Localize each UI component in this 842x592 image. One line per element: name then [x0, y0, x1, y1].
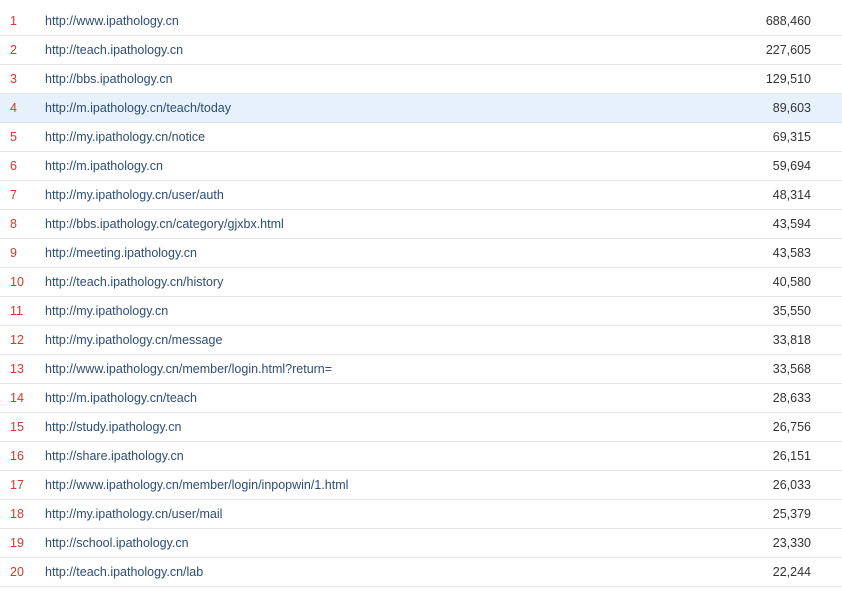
url-ranking-table: 1 http://www.ipathology.cn 688,460 2 htt…: [0, 0, 842, 587]
table-row: 10 http://teach.ipathology.cn/history 40…: [0, 268, 842, 297]
table-row: 14 http://m.ipathology.cn/teach 28,633: [0, 384, 842, 413]
visit-count: 227,605: [765, 43, 811, 57]
rank-number: 5: [10, 130, 17, 144]
table-row: 9 http://meeting.ipathology.cn 43,583: [0, 239, 842, 268]
rank-number: 17: [10, 478, 24, 492]
url-link[interactable]: http://my.ipathology.cn/notice: [45, 123, 205, 151]
rank-number: 9: [10, 246, 17, 260]
rank-number: 6: [10, 159, 17, 173]
table-row: 2 http://teach.ipathology.cn 227,605: [0, 36, 842, 65]
table-row: 19 http://school.ipathology.cn 23,330: [0, 529, 842, 558]
rank-number: 13: [10, 362, 24, 376]
visit-count: 43,583: [772, 246, 811, 260]
visit-count: 25,379: [772, 507, 811, 521]
visit-count: 33,568: [772, 362, 811, 376]
visit-count: 69,315: [772, 130, 811, 144]
table-row: 11 http://my.ipathology.cn 35,550: [0, 297, 842, 326]
rank-number: 15: [10, 420, 24, 434]
table-row: 16 http://share.ipathology.cn 26,151: [0, 442, 842, 471]
visit-count: 26,151: [772, 449, 811, 463]
rank-number: 1: [10, 14, 17, 28]
url-link[interactable]: http://bbs.ipathology.cn/category/gjxbx.…: [45, 210, 284, 238]
visit-count: 33,818: [772, 333, 811, 347]
visit-count: 22,244: [772, 565, 811, 579]
url-link[interactable]: http://www.ipathology.cn: [45, 7, 179, 35]
rank-number: 10: [10, 275, 24, 289]
url-link[interactable]: http://my.ipathology.cn/message: [45, 326, 222, 354]
rank-number: 3: [10, 72, 17, 86]
rank-number: 11: [10, 304, 23, 318]
table-row: 7 http://my.ipathology.cn/user/auth 48,3…: [0, 181, 842, 210]
visit-count: 23,330: [772, 536, 811, 550]
url-link[interactable]: http://study.ipathology.cn: [45, 413, 181, 441]
visit-count: 89,603: [772, 101, 811, 115]
rank-number: 18: [10, 507, 24, 521]
visit-count: 26,756: [772, 420, 811, 434]
table-row: 12 http://my.ipathology.cn/message 33,81…: [0, 326, 842, 355]
table-row: 3 http://bbs.ipathology.cn 129,510: [0, 65, 842, 94]
visit-count: 43,594: [772, 217, 811, 231]
visit-count: 48,314: [772, 188, 811, 202]
rank-number: 20: [10, 565, 24, 579]
rank-number: 2: [10, 43, 17, 57]
visit-count: 26,033: [772, 478, 811, 492]
rank-number: 4: [10, 101, 17, 115]
table-row: 15 http://study.ipathology.cn 26,756: [0, 413, 842, 442]
table-top-spacer: [0, 0, 842, 7]
table-row: 4 http://m.ipathology.cn/teach/today 89,…: [0, 94, 842, 123]
visit-count: 688,460: [765, 14, 811, 28]
url-link[interactable]: http://my.ipathology.cn: [45, 297, 168, 325]
table-row: 1 http://www.ipathology.cn 688,460: [0, 7, 842, 36]
url-link[interactable]: http://www.ipathology.cn/member/login.ht…: [45, 355, 332, 383]
url-link[interactable]: http://m.ipathology.cn/teach/today: [45, 94, 231, 122]
url-link[interactable]: http://teach.ipathology.cn/history: [45, 268, 223, 296]
url-link[interactable]: http://teach.ipathology.cn: [45, 36, 183, 64]
rank-number: 7: [10, 188, 17, 202]
visit-count: 35,550: [772, 304, 811, 318]
url-link[interactable]: http://bbs.ipathology.cn: [45, 65, 173, 93]
url-link[interactable]: http://share.ipathology.cn: [45, 442, 184, 470]
visit-count: 129,510: [765, 72, 811, 86]
rank-number: 8: [10, 217, 17, 231]
rank-number: 16: [10, 449, 24, 463]
url-link[interactable]: http://m.ipathology.cn: [45, 152, 163, 180]
table-row: 13 http://www.ipathology.cn/member/login…: [0, 355, 842, 384]
table-row: 17 http://www.ipathology.cn/member/login…: [0, 471, 842, 500]
url-link[interactable]: http://school.ipathology.cn: [45, 529, 189, 557]
url-link[interactable]: http://www.ipathology.cn/member/login/in…: [45, 471, 348, 499]
visit-count: 28,633: [772, 391, 811, 405]
url-link[interactable]: http://my.ipathology.cn/user/mail: [45, 500, 222, 528]
table-row: 5 http://my.ipathology.cn/notice 69,315: [0, 123, 842, 152]
rank-number: 12: [10, 333, 24, 347]
table-row: 20 http://teach.ipathology.cn/lab 22,244: [0, 558, 842, 587]
url-link[interactable]: http://m.ipathology.cn/teach: [45, 384, 197, 412]
url-link[interactable]: http://my.ipathology.cn/user/auth: [45, 181, 224, 209]
url-link[interactable]: http://teach.ipathology.cn/lab: [45, 558, 203, 586]
url-link[interactable]: http://meeting.ipathology.cn: [45, 239, 197, 267]
rank-number: 19: [10, 536, 24, 550]
visit-count: 59,694: [772, 159, 811, 173]
table-row: 6 http://m.ipathology.cn 59,694: [0, 152, 842, 181]
table-row: 8 http://bbs.ipathology.cn/category/gjxb…: [0, 210, 842, 239]
table-row: 18 http://my.ipathology.cn/user/mail 25,…: [0, 500, 842, 529]
rank-number: 14: [10, 391, 24, 405]
visit-count: 40,580: [772, 275, 811, 289]
